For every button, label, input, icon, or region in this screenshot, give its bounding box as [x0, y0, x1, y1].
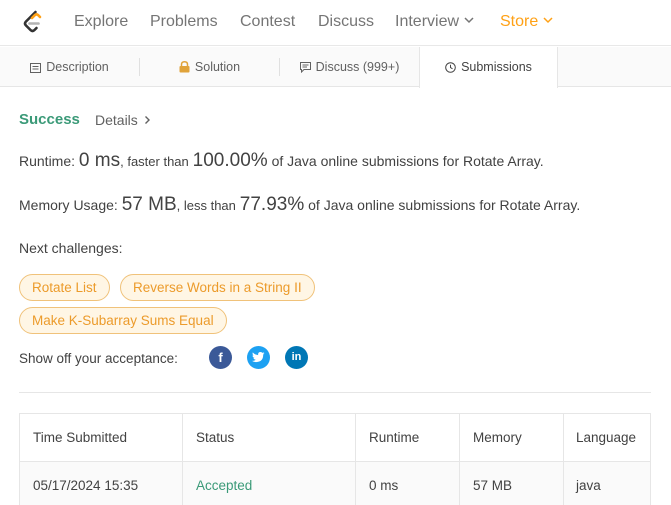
tab-solution-label: Solution	[194, 60, 241, 74]
cell-runtime: 0 ms	[356, 462, 460, 505]
cell-memory: 57 MB	[460, 462, 564, 505]
cell-status-link[interactable]: Accepted	[183, 462, 356, 505]
memory-comparison: , less than	[176, 198, 236, 213]
memory-suffix: of Java online submissions for Rotate Ar…	[308, 197, 581, 213]
runtime-value: 0 ms	[78, 150, 121, 171]
details-label: Details	[95, 112, 138, 128]
submissions-table: Time Submitted Status Runtime Memory Lan…	[19, 413, 651, 505]
chevron-right-icon	[144, 116, 150, 124]
chat-icon	[299, 62, 311, 73]
share-label: Show off your acceptance:	[19, 351, 178, 366]
nav-store[interactable]: Store	[500, 13, 553, 31]
nav-interview-label: Interview	[395, 13, 460, 30]
memory-summary: Memory Usage: 57 MB, less than 77.93% of…	[19, 194, 580, 216]
facebook-icon[interactable]: f	[209, 346, 232, 369]
tab-discuss[interactable]: Discuss (999+)	[280, 47, 419, 87]
column-header-language[interactable]: Language	[564, 414, 652, 462]
memory-label: Memory Usage:	[19, 197, 118, 213]
column-header-memory[interactable]: Memory	[460, 414, 564, 462]
runtime-suffix: of Java online submissions for Rotate Ar…	[271, 153, 544, 169]
table-row: 05/17/2024 15:35 Accepted 0 ms 57 MB jav…	[20, 462, 650, 505]
clock-icon	[445, 62, 456, 73]
runtime-summary: Runtime: 0 ms, faster than 100.00% of Ja…	[19, 150, 544, 172]
challenge-chip[interactable]: Make K-Subarray Sums Equal	[19, 307, 227, 334]
nav-discuss[interactable]: Discuss	[318, 13, 374, 31]
tab-description-label: Description	[46, 60, 109, 74]
runtime-label: Runtime:	[19, 153, 76, 169]
nav-explore[interactable]: Explore	[74, 13, 128, 31]
column-header-runtime[interactable]: Runtime	[356, 414, 460, 462]
tab-discuss-label: Discuss (999+)	[315, 60, 400, 74]
nav-store-label: Store	[500, 13, 539, 30]
runtime-comparison: , faster than	[120, 154, 189, 169]
challenge-chip[interactable]: Reverse Words in a String II	[120, 274, 315, 301]
linkedin-icon[interactable]: in	[285, 346, 308, 369]
cell-language: java	[576, 478, 601, 493]
next-challenges-label: Next challenges:	[19, 240, 123, 256]
table-header-row: Time Submitted Status Runtime Memory Lan…	[20, 414, 650, 462]
nav-problems[interactable]: Problems	[150, 13, 218, 31]
runtime-percentile: 100.00%	[192, 150, 268, 171]
memory-value: 57 MB	[121, 194, 177, 215]
column-header-status[interactable]: Status	[183, 414, 356, 462]
document-icon	[30, 63, 42, 73]
cell-time-submitted: 05/17/2024 15:35	[20, 462, 183, 505]
column-header-time[interactable]: Time Submitted	[20, 414, 183, 462]
chevron-down-icon	[464, 17, 474, 24]
tab-submissions[interactable]: Submissions	[419, 47, 558, 88]
nav-interview[interactable]: Interview	[395, 13, 474, 31]
section-divider	[19, 392, 651, 393]
lock-icon	[179, 61, 190, 73]
problem-tabs: Description Solution Discuss (999+) Subm…	[0, 47, 671, 88]
nav-contest[interactable]: Contest	[240, 13, 295, 31]
tab-submissions-label: Submissions	[461, 60, 532, 74]
details-link[interactable]: Details	[95, 112, 151, 128]
twitter-bird-icon	[252, 352, 265, 363]
chevron-down-icon	[543, 17, 553, 24]
twitter-icon[interactable]	[247, 346, 270, 369]
leetcode-logo-icon[interactable]	[21, 10, 45, 36]
top-navbar: Explore Problems Contest Discuss Intervi…	[0, 0, 671, 46]
challenge-chip[interactable]: Rotate List	[19, 274, 110, 301]
memory-percentile: 77.93%	[239, 194, 305, 215]
tab-solution[interactable]: Solution	[140, 47, 279, 87]
submission-status: Success	[19, 111, 80, 128]
tab-description[interactable]: Description	[0, 47, 139, 87]
